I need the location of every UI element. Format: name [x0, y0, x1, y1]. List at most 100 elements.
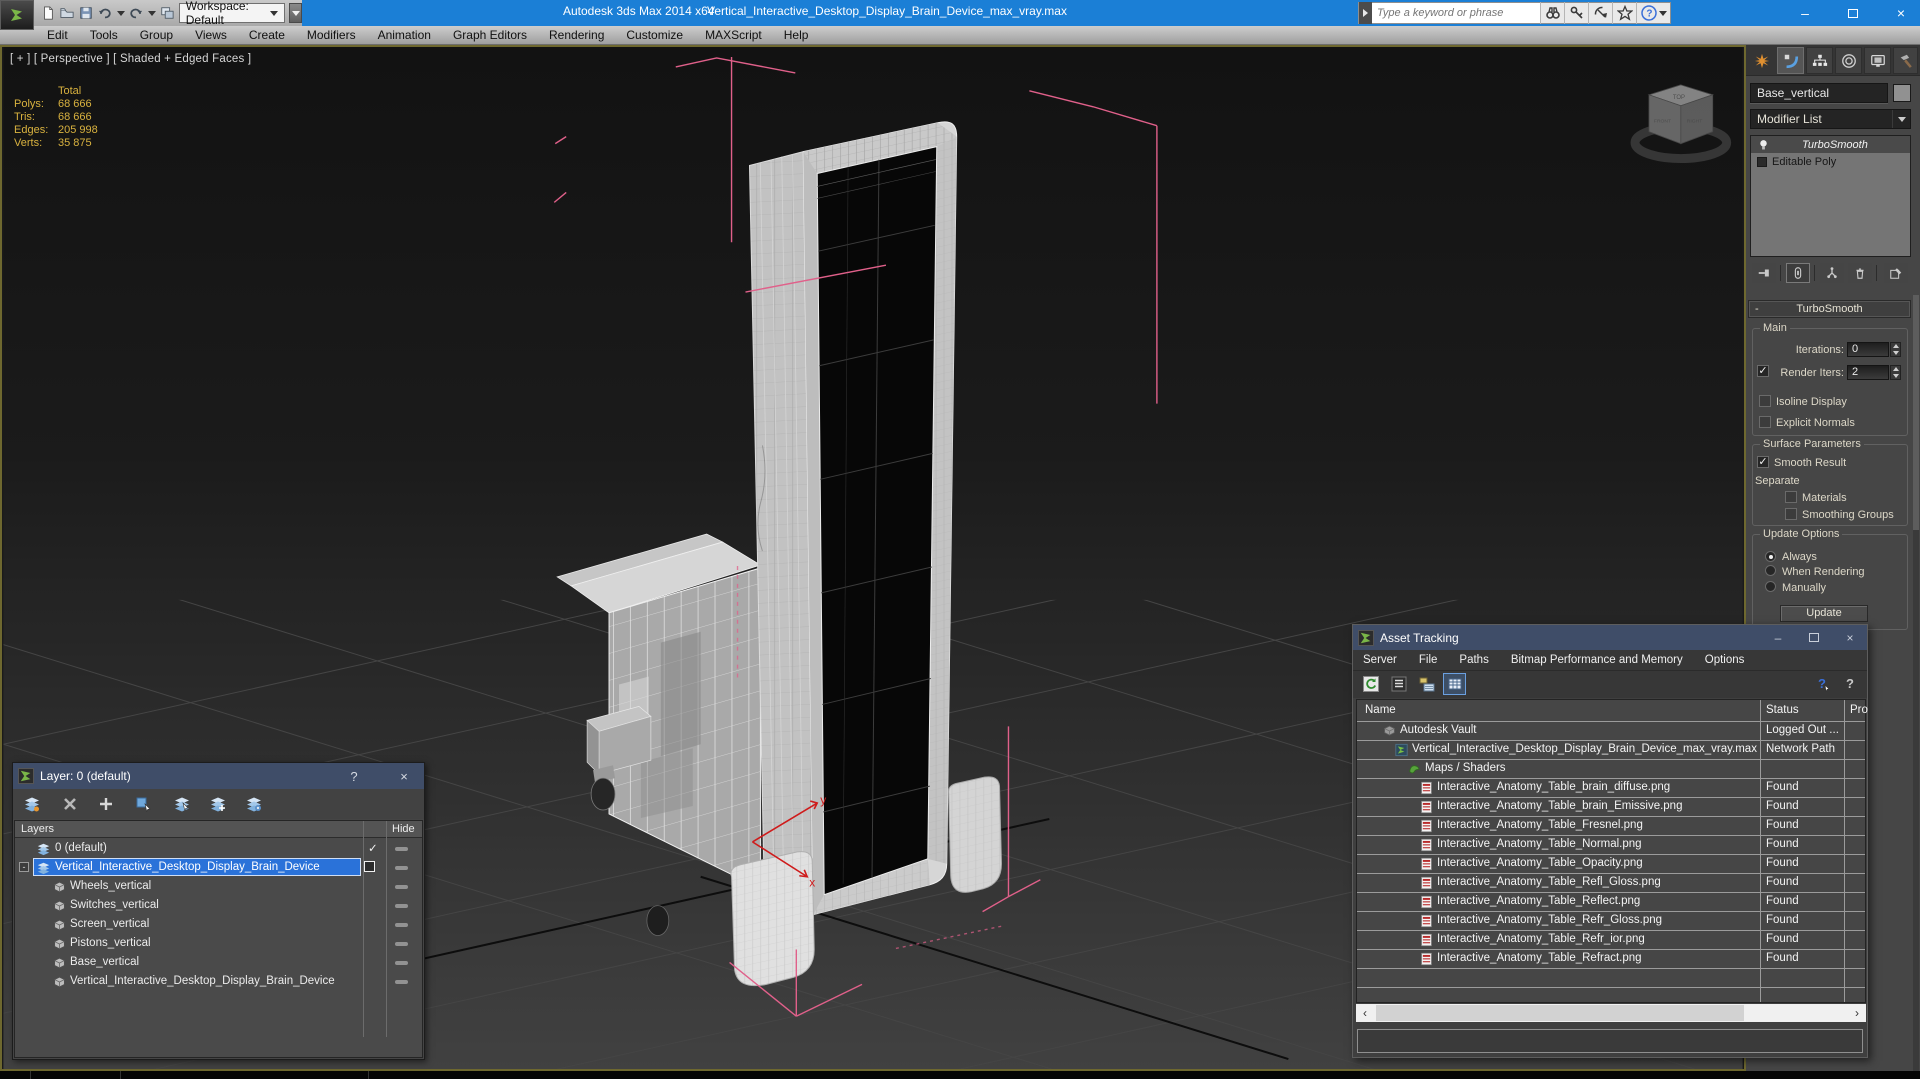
collapse-toggle[interactable]: -: [19, 862, 29, 872]
rollout-header-turbosmooth[interactable]: - TurboSmooth: [1748, 300, 1911, 318]
subscription-button[interactable]: [1564, 2, 1588, 24]
layers-column-header[interactable]: Layers: [21, 823, 54, 835]
asset-horizontal-scrollbar[interactable]: ‹ ›: [1356, 1004, 1866, 1022]
new-scene-button[interactable]: [40, 3, 55, 23]
menu-animation[interactable]: Animation: [367, 27, 442, 43]
iterations-spinner[interactable]: [1890, 342, 1901, 357]
smooth-result-checkbox[interactable]: ✓: [1757, 456, 1769, 468]
materials-checkbox[interactable]: [1785, 491, 1797, 503]
favorites-button[interactable]: [1612, 2, 1636, 24]
smoothing-groups-checkbox[interactable]: [1785, 508, 1797, 520]
workspace-dropdown[interactable]: Workspace: Default: [178, 0, 286, 27]
menu-maxscript[interactable]: MAXScript: [694, 27, 773, 43]
menu-server[interactable]: Server: [1363, 654, 1397, 666]
manually-radio[interactable]: [1765, 581, 1776, 592]
remove-modifier-button[interactable]: [1848, 263, 1872, 283]
toolbar-flyout-button[interactable]: [289, 3, 302, 23]
tree-view-button[interactable]: [1415, 673, 1438, 695]
asset-row-map[interactable]: Interactive_Anatomy_Table_Refr_ior.png F…: [1357, 931, 1865, 950]
hide-toggle[interactable]: [395, 847, 408, 851]
menu-tools[interactable]: Tools: [79, 27, 129, 43]
hide-toggle[interactable]: [395, 904, 408, 908]
hide-column-header[interactable]: Hide: [392, 823, 415, 835]
render-iters-field[interactable]: 2: [1847, 365, 1889, 380]
modifier-list-dropdown[interactable]: Modifier List: [1750, 109, 1911, 129]
panel-scrollbar[interactable]: [1913, 295, 1919, 1071]
tab-hierarchy[interactable]: [1806, 47, 1833, 74]
tab-utilities[interactable]: [1893, 47, 1918, 74]
search-button[interactable]: [1540, 2, 1564, 24]
dialog-close-button[interactable]: ×: [1833, 625, 1867, 650]
help-button[interactable]: [1839, 673, 1862, 695]
tab-display[interactable]: [1864, 47, 1891, 74]
delete-layer-button[interactable]: [57, 792, 83, 816]
menu-options[interactable]: Options: [1705, 654, 1745, 666]
help-button[interactable]: ?: [1636, 2, 1670, 24]
asset-row-map[interactable]: Interactive_Anatomy_Table_brain_Emissive…: [1357, 798, 1865, 817]
proxy-column-header[interactable]: Pro: [1850, 704, 1868, 716]
isoline-display-checkbox[interactable]: [1759, 395, 1771, 407]
stack-item-turbosmooth[interactable]: TurboSmooth: [1751, 136, 1910, 153]
scrollbar-thumb[interactable]: [1376, 1005, 1744, 1021]
search-scope-button[interactable]: [1359, 2, 1372, 24]
always-radio[interactable]: [1765, 551, 1776, 562]
panel-scrollbar-thumb[interactable]: [1913, 295, 1919, 530]
pin-stack-button[interactable]: [1752, 263, 1776, 283]
object-color-swatch[interactable]: [1893, 84, 1911, 102]
layer-palette-help-button[interactable]: ?: [339, 763, 369, 789]
menu-graph-editors[interactable]: Graph Editors: [442, 27, 538, 43]
list-view-button[interactable]: [1387, 673, 1410, 695]
minimize-button[interactable]: –: [1788, 0, 1822, 26]
make-unique-button[interactable]: [1820, 263, 1844, 283]
asset-row-map[interactable]: Interactive_Anatomy_Table_Opacity.png Fo…: [1357, 855, 1865, 874]
asset-row-map[interactable]: Interactive_Anatomy_Table_Reflect.png Fo…: [1357, 893, 1865, 912]
scroll-left-arrow[interactable]: ‹: [1356, 1004, 1374, 1022]
context-help-button[interactable]: [1811, 673, 1834, 695]
asset-row-map[interactable]: Interactive_Anatomy_Table_Normal.png Fou…: [1357, 836, 1865, 855]
asset-row-vault[interactable]: Autodesk Vault Logged Out ...: [1357, 722, 1865, 741]
asset-row-map[interactable]: Interactive_Anatomy_Table_Refl_Gloss.png…: [1357, 874, 1865, 893]
menu-rendering[interactable]: Rendering: [538, 27, 615, 43]
hide-toggle[interactable]: [395, 942, 408, 946]
communication-center-button[interactable]: [1588, 2, 1612, 24]
dialog-minimize-button[interactable]: –: [1761, 625, 1795, 650]
layer-row-selected[interactable]: - Vertical_Interactive_Desktop_Display_B…: [15, 858, 422, 877]
hide-toggle[interactable]: [395, 980, 408, 984]
layer-palette-close-button[interactable]: ×: [389, 763, 419, 789]
save-file-button[interactable]: [78, 3, 93, 23]
menu-file[interactable]: File: [1419, 654, 1438, 666]
configure-modifier-sets-button[interactable]: [1884, 263, 1908, 283]
viewport-label[interactable]: [ + ] [ Perspective ] [ Shaded + Edged F…: [10, 53, 251, 65]
layer-row-default[interactable]: 0 (default) ✓: [15, 839, 422, 858]
table-view-button[interactable]: [1443, 673, 1466, 695]
menu-customize[interactable]: Customize: [615, 27, 694, 43]
dialog-maximize-button[interactable]: [1797, 625, 1831, 650]
redo-button[interactable]: [129, 3, 144, 23]
when-rendering-radio[interactable]: [1765, 565, 1776, 576]
project-toggle-button[interactable]: [160, 3, 175, 23]
hide-toggle[interactable]: [395, 866, 408, 870]
close-button[interactable]: ×: [1884, 0, 1918, 26]
app-menu-button[interactable]: [0, 0, 34, 30]
menu-help[interactable]: Help: [773, 27, 820, 43]
asset-row-maxfile[interactable]: Vertical_Interactive_Desktop_Display_Bra…: [1357, 741, 1865, 760]
asset-row-maps-shaders[interactable]: Maps / Shaders: [1357, 760, 1865, 779]
asset-table-header[interactable]: Name Status Pro: [1357, 700, 1868, 722]
layer-list-header[interactable]: Layers Hide: [15, 821, 422, 838]
undo-button[interactable]: [97, 3, 112, 23]
hide-toggle[interactable]: [395, 885, 408, 889]
explicit-normals-checkbox[interactable]: [1759, 416, 1771, 428]
add-to-layer-button[interactable]: [93, 792, 119, 816]
asset-row-map[interactable]: Interactive_Anatomy_Table_brain_diffuse.…: [1357, 779, 1865, 798]
search-input[interactable]: [1372, 3, 1540, 23]
add-selection-to-layer-button[interactable]: [205, 792, 231, 816]
menu-paths[interactable]: Paths: [1459, 654, 1488, 666]
asset-row-map[interactable]: Interactive_Anatomy_Table_Fresnel.png Fo…: [1357, 817, 1865, 836]
select-objects-in-layer-button[interactable]: [131, 792, 157, 816]
hide-toggle[interactable]: [395, 923, 408, 927]
undo-dropdown-arrow[interactable]: [116, 10, 125, 16]
hide-toggle[interactable]: [395, 961, 408, 965]
tab-modify[interactable]: [1777, 47, 1804, 74]
render-iters-spinner[interactable]: [1890, 365, 1901, 380]
refresh-button[interactable]: [1359, 673, 1382, 695]
